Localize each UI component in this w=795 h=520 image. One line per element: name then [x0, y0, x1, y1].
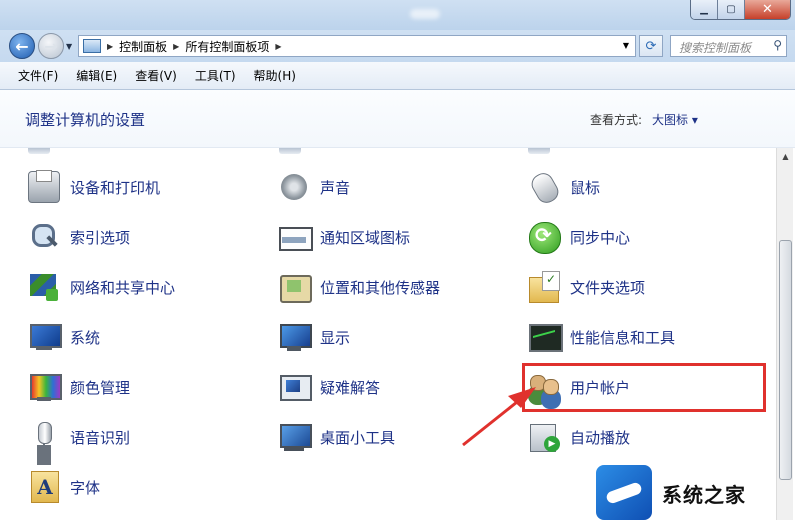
item-performance[interactable]: 性能信息和工具 [528, 317, 675, 357]
item-label: 文件夹选项 [570, 278, 646, 297]
view-by-dropdown[interactable]: 大图标 ▾ [652, 111, 698, 128]
page-title: 调整计算机的设置 [25, 111, 146, 129]
item-label: 声音 [320, 178, 351, 197]
magnifier-icon [28, 221, 60, 253]
item-display[interactable]: 显示 [278, 317, 350, 357]
item-label: 语音识别 [70, 428, 131, 447]
view-by-label: 查看方式: [590, 113, 643, 127]
item-label: 疑难解答 [320, 378, 381, 397]
navigation-bar: ← → ▼ ▶ 控制面板 ▶ 所有控制面板项 ▶ ▼ ⟳ 搜索控制面板 ⚲ [0, 30, 795, 62]
item-network-sharing[interactable]: 网络和共享中心 [28, 267, 175, 307]
item-label: 自动播放 [570, 428, 631, 447]
window-controls: ▁ ▢ ✕ [690, 0, 791, 20]
address-dropdown-icon[interactable]: ▼ [623, 41, 629, 50]
menu-file[interactable]: 文件(F) [18, 67, 58, 84]
performance-icon [528, 321, 563, 353]
window-titlebar: ▁ ▢ ✕ [0, 0, 795, 30]
item-location-sensors[interactable]: 位置和其他传感器 [278, 267, 440, 307]
speaker-icon [278, 171, 310, 203]
item-fonts[interactable]: 字体 [28, 467, 100, 507]
breadcrumb-control-panel[interactable]: 控制面板 [119, 38, 167, 55]
item-label: 字体 [70, 478, 101, 497]
search-placeholder: 搜索控制面板 [679, 41, 752, 55]
watermark-text: 系统之家 [662, 483, 746, 507]
scroll-up-arrow-icon[interactable]: ▲ [777, 148, 794, 165]
address-bar[interactable]: ▶ 控制面板 ▶ 所有控制面板项 ▶ ▼ [78, 35, 636, 57]
blurred-title [410, 9, 440, 19]
control-panel-icon [83, 39, 101, 53]
item-autoplay[interactable]: 自动播放 [528, 417, 630, 457]
fonts-icon [28, 471, 60, 503]
refresh-button[interactable]: ⟳ [639, 35, 663, 57]
item-label: 颜色管理 [70, 378, 131, 397]
printer-icon [28, 170, 60, 203]
item-label: 索引选项 [70, 228, 131, 247]
item-label: 位置和其他传感器 [320, 278, 441, 297]
forward-button[interactable]: → [38, 33, 64, 59]
scroll-thumb[interactable] [779, 240, 792, 480]
item-label: 通知区域图标 [320, 228, 411, 247]
item-color-management[interactable]: 颜色管理 [28, 367, 130, 407]
item-label: 网络和共享中心 [70, 278, 176, 297]
item-label: 桌面小工具 [320, 428, 396, 447]
item-speech-recognition[interactable]: 语音识别 [28, 417, 130, 457]
gadgets-icon [278, 421, 312, 453]
item-desktop-gadgets[interactable]: 桌面小工具 [278, 417, 395, 457]
recent-pages-dropdown-icon[interactable]: ▼ [66, 42, 72, 51]
network-icon [28, 271, 60, 303]
autoplay-icon [528, 421, 560, 453]
item-label: 系统 [70, 328, 101, 347]
item-folder-options[interactable]: 文件夹选项 [528, 267, 645, 307]
chevron-right-icon[interactable]: ▶ [107, 42, 113, 51]
item-troubleshooting[interactable]: 疑难解答 [278, 367, 380, 407]
microphone-icon [28, 421, 60, 453]
menu-bar: 文件(F) 编辑(E) 查看(V) 工具(T) 帮助(H) [0, 62, 795, 90]
content-header: 调整计算机的设置 查看方式: 大图标 ▾ [0, 90, 795, 148]
highlight-box [522, 363, 766, 412]
item-label: 同步中心 [570, 228, 631, 247]
color-icon [28, 371, 62, 403]
item-label: 显示 [320, 328, 351, 347]
item-mouse[interactable]: 鼠标 [528, 167, 600, 207]
watermark-logo-icon [596, 465, 652, 520]
computer-icon [28, 321, 62, 353]
item-sound[interactable]: 声音 [278, 167, 350, 207]
menu-view[interactable]: 查看(V) [135, 67, 177, 84]
item-label: 鼠标 [570, 178, 601, 197]
sensor-icon [278, 271, 312, 303]
breadcrumb-all-items[interactable]: 所有控制面板项 [185, 38, 269, 55]
chevron-right-icon[interactable]: ▶ [275, 42, 281, 51]
search-input[interactable]: 搜索控制面板 ⚲ [670, 35, 787, 57]
taskbar-icon [278, 221, 313, 253]
back-button[interactable]: ← [9, 33, 35, 59]
menu-edit[interactable]: 编辑(E) [76, 67, 117, 84]
menu-tools[interactable]: 工具(T) [195, 67, 236, 84]
item-notification-icons[interactable]: 通知区域图标 [278, 217, 410, 257]
sync-icon [528, 221, 561, 254]
item-indexing-options[interactable]: 索引选项 [28, 217, 130, 257]
chevron-right-icon[interactable]: ▶ [173, 42, 179, 51]
menu-help[interactable]: 帮助(H) [254, 67, 296, 84]
mouse-icon [528, 171, 560, 203]
item-label: 性能信息和工具 [570, 328, 676, 347]
item-system[interactable]: 系统 [28, 317, 100, 357]
item-sync-center[interactable]: 同步中心 [528, 217, 630, 257]
monitor-icon [278, 321, 312, 353]
maximize-button[interactable]: ▢ [718, 0, 745, 19]
watermark: 系统之家 [596, 465, 795, 520]
item-label: 设备和打印机 [70, 178, 161, 197]
minimize-button[interactable]: ▁ [691, 0, 718, 19]
item-devices-printers[interactable]: 设备和打印机 [28, 167, 160, 207]
search-icon[interactable]: ⚲ [773, 38, 782, 52]
folder-icon [528, 271, 560, 303]
troubleshoot-icon [278, 371, 312, 403]
close-button[interactable]: ✕ [745, 0, 790, 19]
